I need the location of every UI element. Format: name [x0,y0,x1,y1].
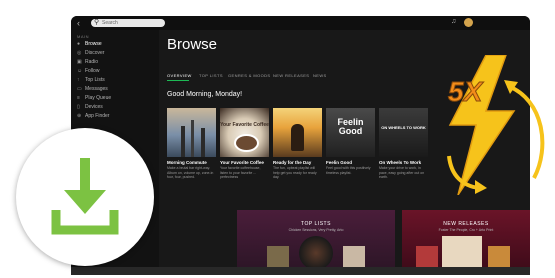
panel-subtitle: Chicken Sessions, Very Pretty, Arto [288,228,344,232]
speed-badge: 5X [448,76,485,107]
avatar[interactable] [464,18,473,27]
sidebar-item-messages[interactable]: ▭ Messages [77,85,108,93]
sidebar-item-browse[interactable]: ● Browse [77,40,102,48]
card-description: Feel good with this positively timeless … [326,166,371,175]
search-icon: ⚲ [94,19,100,26]
radio-icon: ▣ [77,59,82,65]
app-finder-icon: ⊕ [77,113,82,119]
card-description: Make your drive to work, in pace, easy g… [379,166,425,179]
card-title: Morning Commute [167,160,207,165]
active-tab-indicator [167,80,189,81]
bell-icon[interactable]: ♫ [451,18,456,25]
player-bar [71,267,530,275]
sidebar-item-follow[interactable]: ☺ Follow [77,67,99,75]
top-bar: ‹ ⚲ Search ♫ [71,16,530,30]
sidebar-item-discover[interactable]: ◎ Discover [77,49,104,57]
messages-icon: ▭ [77,86,82,92]
tab-new-releases[interactable]: NEW RELEASES [273,73,309,78]
tab-overview[interactable]: OVERVIEW [167,73,192,78]
download-icon [51,158,119,235]
greeting-heading: Good Morning, Monday! [167,91,243,98]
chevron-left-icon[interactable]: ‹ [77,18,80,28]
search-input[interactable]: ⚲ Search [91,19,165,27]
discover-icon: ◎ [77,50,82,56]
curved-arrow-icon [447,155,487,194]
card-description: Make a brutal bar right-way. Album on, v… [167,166,214,179]
sidebar-item-play-queue[interactable]: ≡ Play Queue [77,94,111,102]
follow-icon: ☺ [77,68,83,74]
search-placeholder: Search [102,20,118,26]
playlist-cover [167,108,216,157]
top-lists-panel[interactable]: TOP LISTS Chicken Sessions, Very Pretty,… [237,210,395,275]
devices-icon: ▯ [77,104,80,110]
sidebar-item-app-finder[interactable]: ⊕ App Finder [77,112,109,120]
card-title: Your Favorite Coffee [220,160,264,165]
playlist-cover: Feelin Good [326,108,375,157]
playlist-cover: Your Favorite Coffee [220,108,269,157]
cover-text: Your Favorite Coffee [220,122,269,128]
playlist-cover [273,108,322,157]
panel-subtitle: Foster The People, Cro + Arto Print [438,228,494,232]
sidebar-item-top-lists[interactable]: ↑ Top Lists [77,76,105,84]
card-description: The fun, upbeat playlist will help get y… [273,166,317,179]
panel-title: TOP LISTS [301,221,331,227]
panel-title: NEW RELEASES [443,221,489,227]
card-title: Ready for the Day [273,160,312,165]
download-badge[interactable] [16,128,154,266]
cover-text: ON WHEELS TO WORK [381,125,426,130]
card-description: Your favorite coffeehouse, listen to you… [220,166,261,179]
sidebar-item-devices[interactable]: ▯ Devices [77,103,103,111]
card-title: On Wheels To Work [379,160,422,165]
browse-icon: ● [77,41,81,47]
sidebar-item-radio[interactable]: ▣ Radio [77,58,98,66]
card-title: Feelin Good [326,160,353,165]
page-title: Browse [167,36,218,53]
tab-top-lists[interactable]: TOP LISTS [199,73,223,78]
curved-arrow-icon [504,80,545,179]
playlist-cover: ON WHEELS TO WORK [379,108,428,157]
tab-genres-moods[interactable]: GENRES & MOODS [228,73,271,78]
new-releases-panel[interactable]: NEW RELEASES Foster The People, Cro + Ar… [402,210,530,275]
play-queue-icon: ≡ [77,95,80,101]
top-lists-icon: ↑ [77,77,80,83]
sidebar-heading: MAIN [77,34,89,39]
tab-news[interactable]: NEWS [313,73,327,78]
cover-text: Feelin Good [337,117,364,136]
